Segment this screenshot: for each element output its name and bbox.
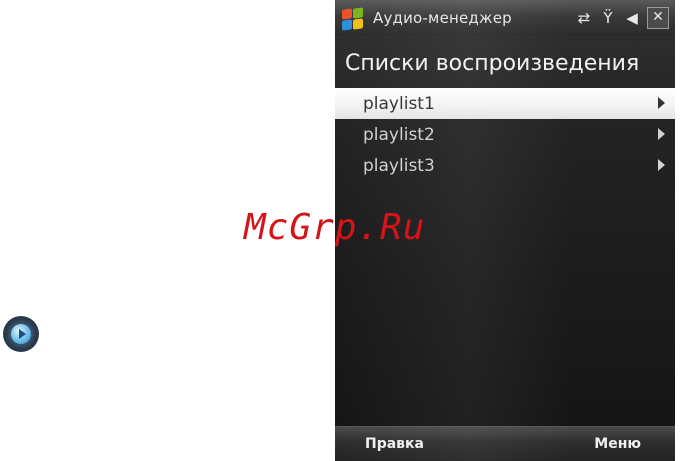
- chevron-right-icon: [658, 97, 665, 109]
- chevron-right-icon: [658, 159, 665, 171]
- title-bar: Аудио-менеджер ⇄ Ÿ ◀ ✕: [335, 0, 675, 36]
- play-badge-icon: [3, 316, 39, 352]
- sync-arrows-icon[interactable]: ⇄: [575, 10, 593, 26]
- windows-start-icon[interactable]: [339, 4, 367, 32]
- list-item-label: playlist2: [363, 124, 435, 145]
- system-tray: ⇄ Ÿ ◀ ✕: [575, 7, 669, 29]
- softkey-bar: Правка Меню: [335, 426, 675, 461]
- watermark-text: McGrp.Ru: [244, 207, 426, 248]
- list-item-playlist2[interactable]: playlist2: [335, 119, 675, 150]
- play-badge-inner: [11, 324, 31, 344]
- list-item-playlist3[interactable]: playlist3: [335, 150, 675, 181]
- softkey-left-edit[interactable]: Правка: [335, 436, 460, 452]
- play-triangle: [18, 329, 26, 339]
- chevron-right-icon: [658, 128, 665, 140]
- list-item-playlist1[interactable]: playlist1: [335, 88, 675, 119]
- playlist-list: playlist1 playlist2 playlist3: [335, 88, 675, 181]
- speaker-icon[interactable]: ◀: [623, 10, 641, 26]
- app-title: Аудио-менеджер: [373, 9, 512, 27]
- close-button[interactable]: ✕: [647, 7, 669, 29]
- softkey-right-menu[interactable]: Меню: [594, 436, 675, 452]
- page-title: Списки воспроизведения: [345, 51, 640, 76]
- list-item-label: playlist1: [363, 93, 435, 114]
- list-item-label: playlist3: [363, 155, 435, 176]
- signal-antenna-icon[interactable]: Ÿ: [599, 10, 617, 26]
